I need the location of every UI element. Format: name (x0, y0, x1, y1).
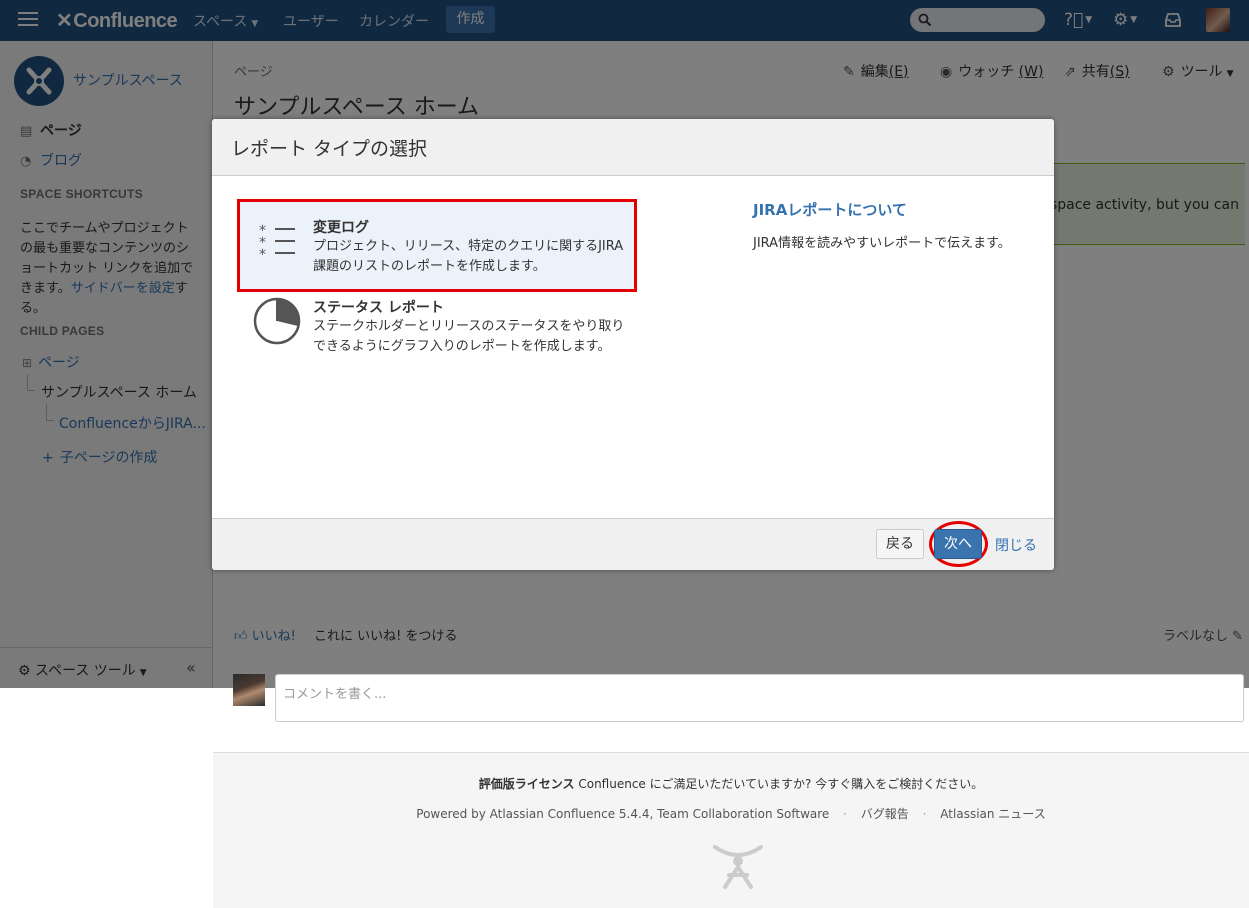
report-type-description: ステークホルダーとリリースのステータスをやり取りできるようにグラフ入りのレポート… (313, 319, 625, 354)
report-type-dialog: レポート タイプの選択 * * * 変更ログ プロジェクト、リリース、特定のクエ… (212, 119, 1054, 570)
report-type-name: ステータス レポート (313, 300, 444, 316)
about-title: JIRAレポートについて (753, 201, 907, 219)
report-type-name: 変更ログ (313, 220, 369, 236)
about-text: JIRA情報を読みやすいレポートで伝えます。 (753, 236, 1011, 251)
dialog-footer: 戻る 次へ 閉じる (212, 518, 1054, 570)
comment-placeholder: コメントを書く... (283, 687, 387, 702)
dialog-header: レポート タイプの選択 (212, 119, 1054, 176)
next-button[interactable]: 次へ (934, 529, 982, 559)
bug-report-link[interactable]: バグ報告 (861, 807, 909, 821)
report-type-status[interactable]: ステータス レポート ステークホルダーとリリースのステータスをやり取りできるよう… (240, 291, 634, 363)
footer-links: Powered by Atlassian Confluence 5.4.4, T… (416, 807, 1046, 821)
pie-chart-icon (253, 297, 301, 345)
close-link[interactable]: 閉じる (995, 535, 1037, 555)
report-type-changelog[interactable]: * * * 変更ログ プロジェクト、リリース、特定のクエリに関するJIRA課題の… (237, 199, 637, 292)
report-type-description: プロジェクト、リリース、特定のクエリに関するJIRA課題のリストのレポートを作成… (313, 239, 624, 274)
atlassian-logo-icon (713, 845, 763, 889)
license-notice: 評価版ライセンス Confluence にご満足いただいていますか? 今すぐ購入… (478, 777, 984, 791)
powered-by-link[interactable]: Powered by Atlassian Confluence 5.4.4, T… (416, 807, 829, 821)
page-footer: 評価版ライセンス Confluence にご満足いただいていますか? 今すぐ購入… (213, 752, 1249, 908)
license-label: 評価版ライセンス (478, 777, 575, 791)
comment-avatar (233, 674, 265, 706)
svg-text:*: * (259, 247, 266, 258)
back-button[interactable]: 戻る (876, 529, 924, 559)
dialog-title: レポート タイプの選択 (231, 138, 428, 160)
changelog-icon: * * * (259, 224, 295, 258)
atlassian-news-link[interactable]: Atlassian ニュース (940, 807, 1045, 821)
comment-input[interactable]: コメントを書く... (275, 674, 1244, 722)
